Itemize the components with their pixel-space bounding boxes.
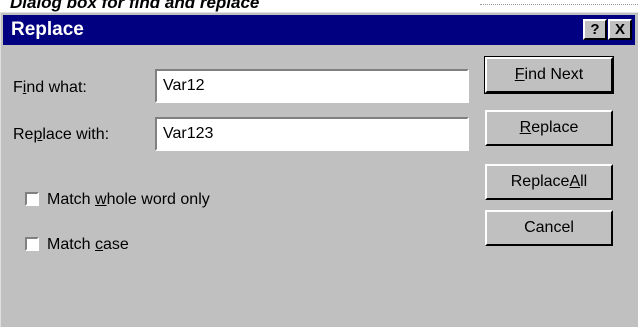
whole-word-label-mnemonic: w	[95, 191, 107, 208]
find-what-input[interactable]	[155, 69, 469, 103]
match-case-label-part: ase	[103, 236, 129, 253]
whole-word-label-part: Match	[47, 191, 96, 208]
dialog-title: Replace	[11, 19, 84, 40]
find-next-label: ind Next	[524, 66, 584, 83]
replace-all-label: ll	[580, 173, 588, 190]
find-next-mnemonic: F	[514, 66, 525, 83]
replace-all-mnemonic: A	[569, 173, 581, 190]
cancel-button[interactable]: Cancel	[485, 210, 613, 246]
replace-all-label: Replace	[510, 173, 570, 190]
find-next-button[interactable]: Find Next	[484, 56, 614, 94]
replace-all-button[interactable]: Replace All	[485, 164, 613, 200]
title-bar: Replace ? X	[3, 15, 635, 45]
match-case-label[interactable]: Match case	[47, 236, 129, 254]
find-label-part: nd what:	[26, 79, 87, 96]
figure-caption: Dialog box for find and replace	[10, 0, 260, 12]
replace-mnemonic: R	[519, 119, 532, 136]
replace-label: eplace	[531, 119, 579, 136]
replace-with-label: Replace with:	[13, 126, 109, 144]
help-button[interactable]: ?	[583, 19, 607, 40]
top-divider	[480, 4, 638, 5]
close-button[interactable]: X	[608, 19, 632, 40]
whole-word-label-part: hole word only	[106, 191, 210, 208]
find-what-label: Find what:	[13, 79, 87, 97]
match-case-label-part: Match	[47, 236, 96, 253]
whole-word-checkbox[interactable]	[25, 192, 39, 206]
match-case-checkbox[interactable]	[25, 237, 39, 251]
replace-dialog: Replace ? X Find what: Replace with: Mat…	[0, 12, 638, 327]
find-label-part: F	[13, 79, 23, 96]
replace-button[interactable]: Replace	[485, 110, 613, 146]
replace-with-input[interactable]	[155, 117, 469, 151]
replace-label-part: lace with:	[42, 126, 110, 143]
replace-label-part: Re	[13, 126, 34, 143]
match-case-label-mnemonic: c	[95, 236, 104, 253]
whole-word-label[interactable]: Match whole word only	[47, 191, 210, 209]
